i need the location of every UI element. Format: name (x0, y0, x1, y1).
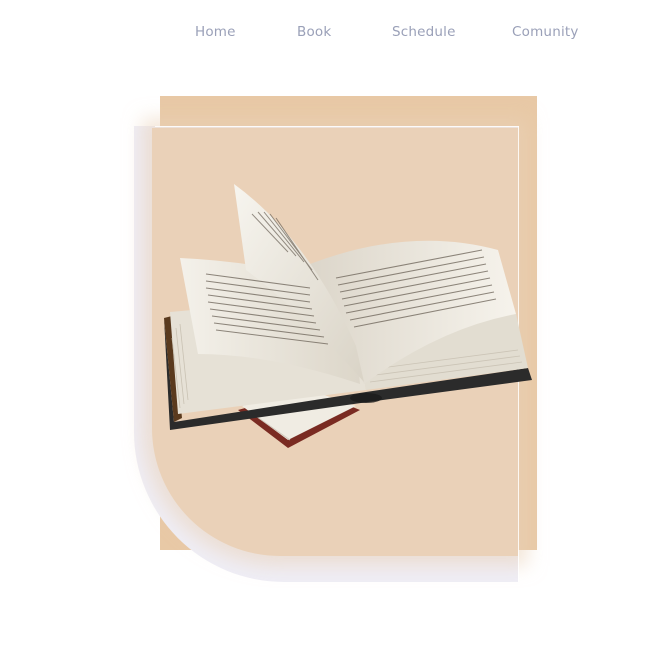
nav-item-home[interactable]: Home (195, 24, 236, 40)
nav-item-comunity[interactable]: Comunity (512, 24, 579, 40)
hero-frame-line-top (155, 126, 519, 127)
nav-item-schedule[interactable]: Schedule (392, 24, 456, 40)
nav-item-book[interactable]: Book (297, 24, 331, 40)
open-book-illustration (164, 184, 532, 448)
top-nav: Home Book Schedule Comunity (0, 24, 647, 44)
landing-page: Home Book Schedule Comunity (0, 0, 647, 647)
